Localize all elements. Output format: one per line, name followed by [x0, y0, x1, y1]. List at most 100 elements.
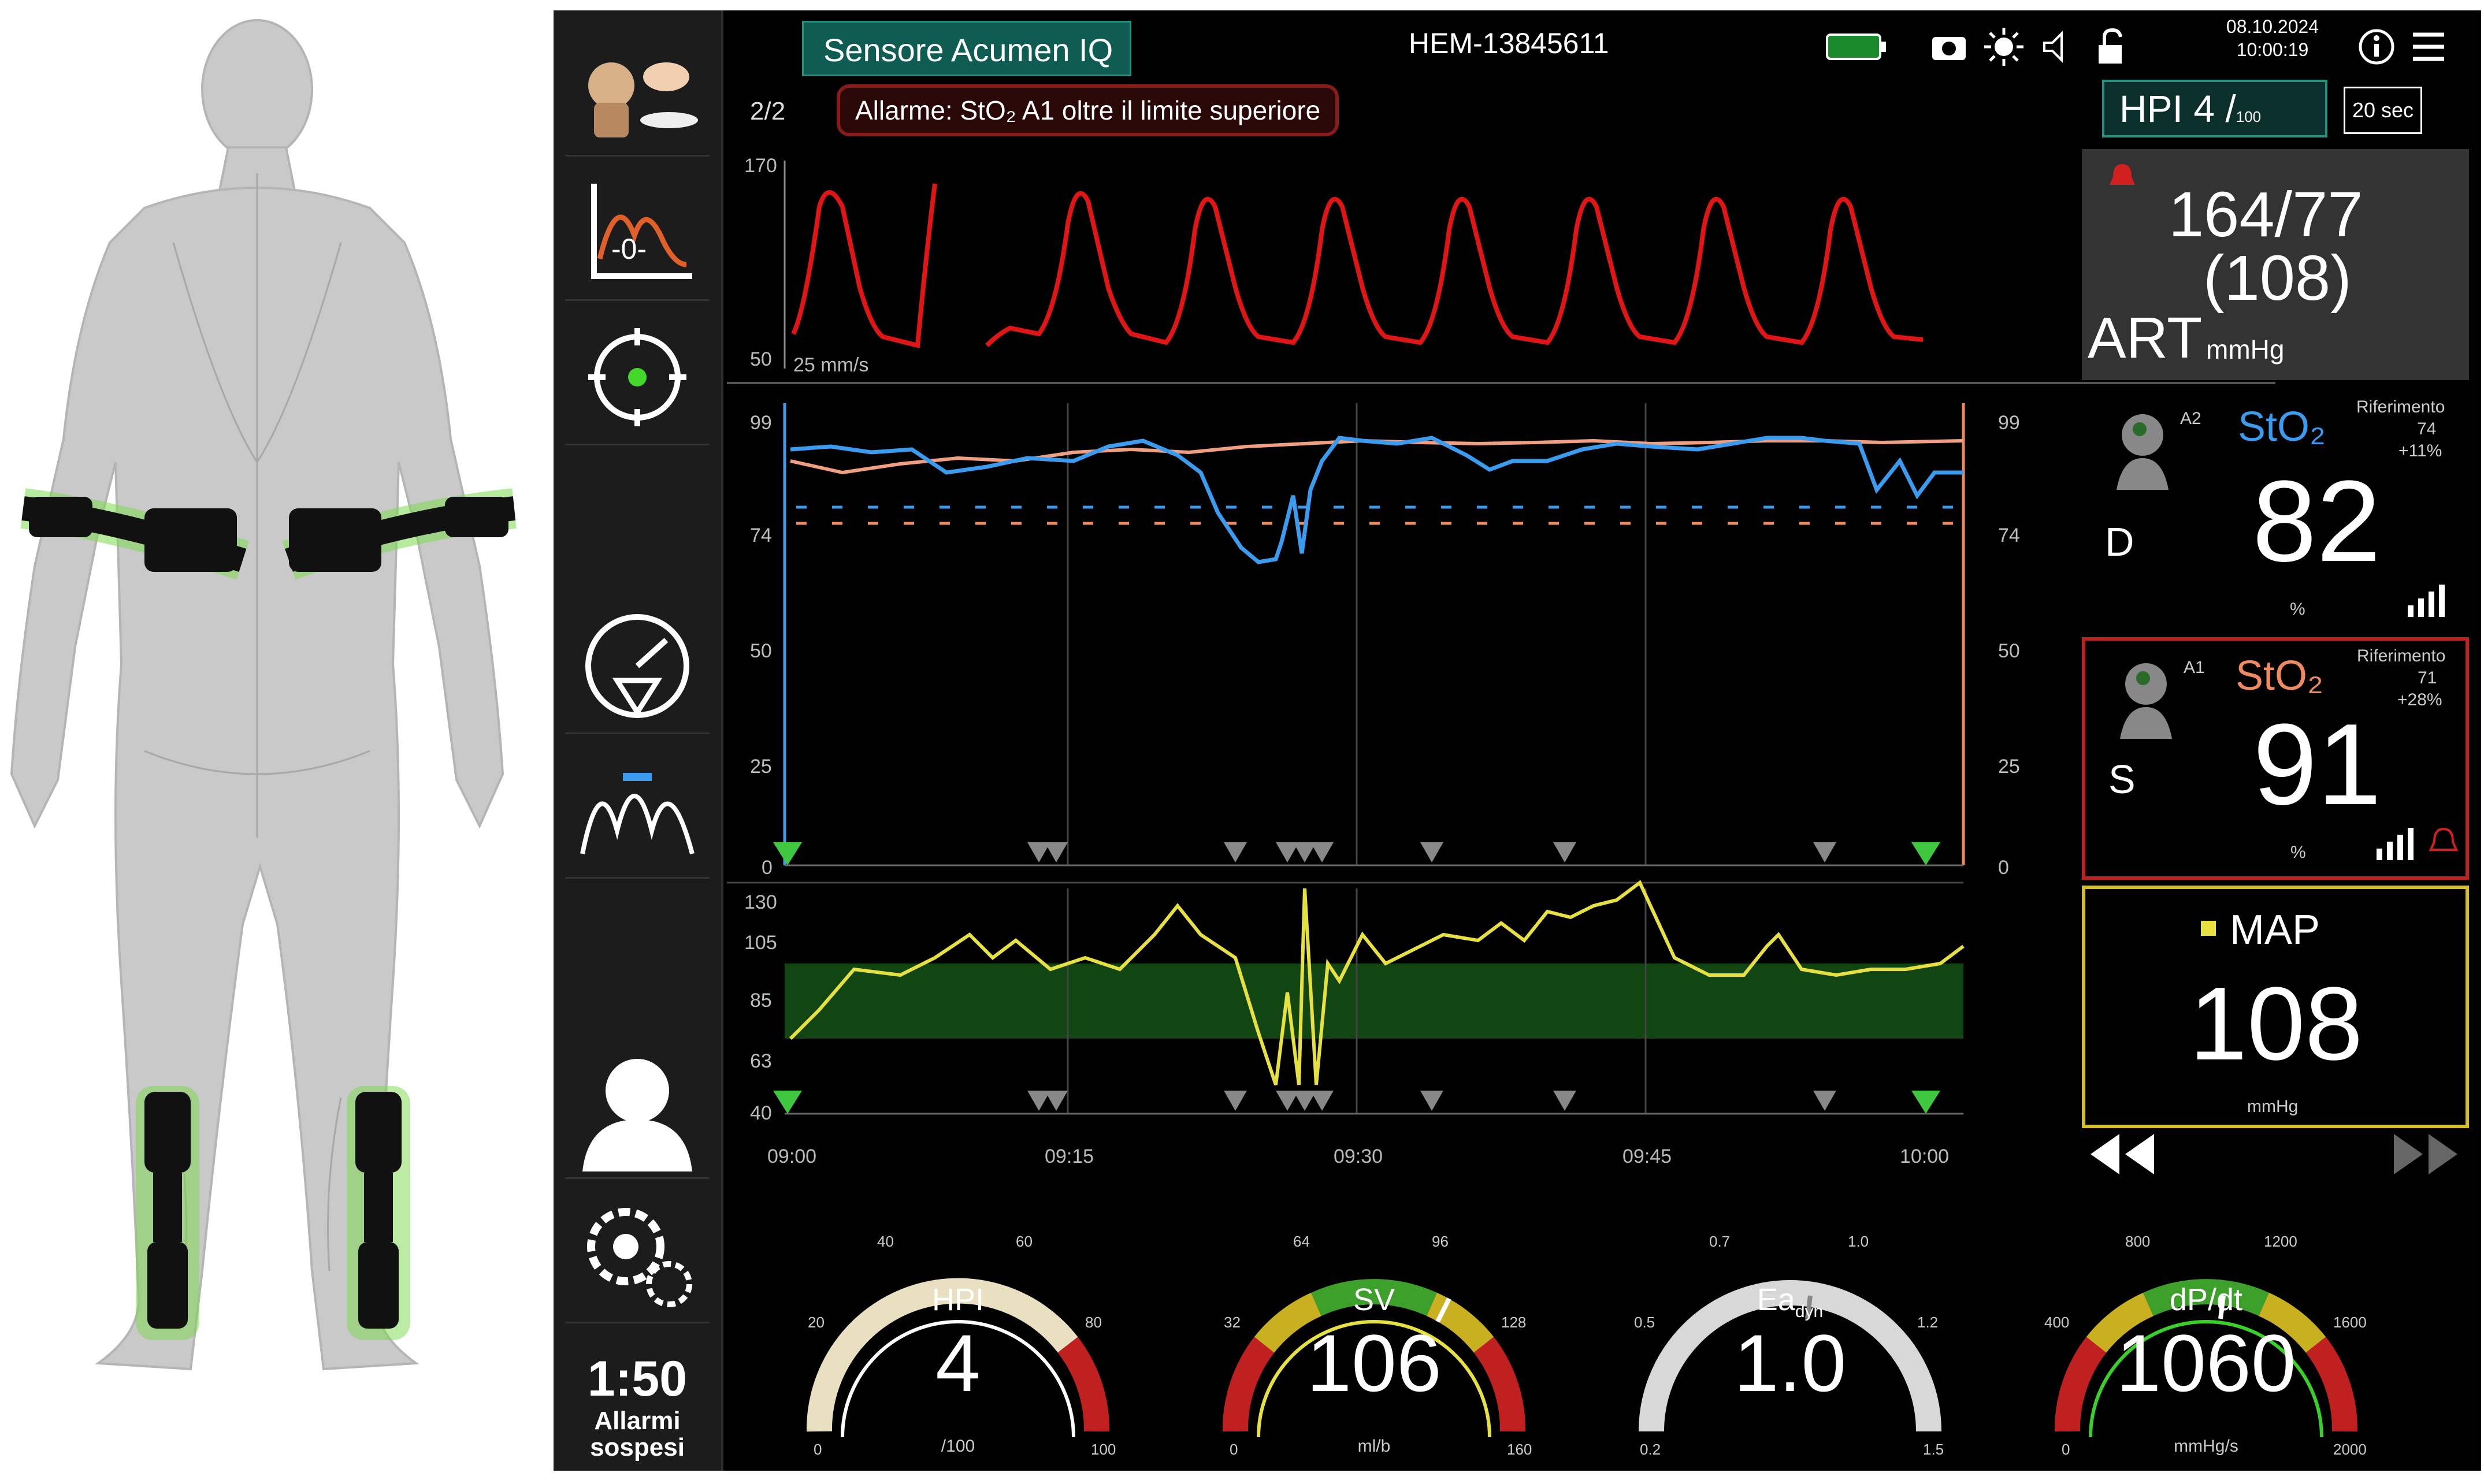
time-tick-0: 09:00: [767, 1145, 816, 1166]
sto2-y-right-0: 99: [1998, 412, 2020, 434]
art-speed-label: 25 mm/s: [793, 354, 868, 376]
art-tile[interactable]: 164/77 (108) ART mmHg: [2082, 149, 2469, 380]
timer-value: 1:50: [587, 1351, 688, 1407]
ref-label: Riferimento: [2356, 397, 2445, 416]
sto2-y-left-4: 0: [762, 857, 773, 879]
gauge-name: SV: [1353, 1282, 1395, 1317]
art-waveform-line: [791, 183, 937, 349]
signal-strength-icon: [2408, 585, 2445, 617]
alarm-silence-timer[interactable]: 1:50 Allarmi sospesi: [554, 1333, 721, 1471]
menu-icon[interactable]: [2408, 27, 2449, 67]
alarm-bell-icon: [2429, 827, 2459, 851]
head-sensor-icon: [2120, 663, 2172, 739]
unlock-icon[interactable]: [2091, 27, 2131, 67]
patient-icon[interactable]: [565, 1044, 710, 1179]
alarm-bell-icon: [2110, 164, 2135, 185]
sv-gauge[interactable]: SV 106 ml/b 0 160 32 64 96 128: [1201, 1189, 1547, 1460]
map-trend-panel: 130 105 85 63 40: [727, 880, 1965, 1124]
sto2-y-right-3: 25: [1998, 756, 2020, 778]
gauge-max: 160: [1507, 1441, 1532, 1458]
gauge-tick: 60: [1016, 1233, 1033, 1250]
left-navigation-sidebar: -0- 1:50 Allarmi sospesi: [554, 10, 723, 1471]
interval-button[interactable]: 20 sec: [2344, 87, 2422, 134]
device-id: HEM-13845611: [1409, 27, 1609, 59]
gauge-unit: mmHg/s: [2174, 1437, 2238, 1456]
sto2-left-tile[interactable]: A1 StO₂ Riferimento 71 +28% S 91 %: [2082, 637, 2469, 880]
gauge-value: 4: [935, 1318, 981, 1408]
gauge-value: 1060: [2116, 1318, 2296, 1408]
art-mean: (108): [2203, 243, 2352, 314]
sto2-right-tile[interactable]: A2 StO₂ Riferimento 74 +11% D 82 %: [2082, 392, 2469, 628]
ref-label: Riferimento: [2357, 646, 2446, 665]
rewind-icon[interactable]: [2079, 1122, 2160, 1186]
gauge-max: 1.5: [1923, 1441, 1944, 1458]
gauge-tick: 40: [877, 1233, 894, 1250]
gauge-unit: ml/b: [1358, 1437, 1391, 1456]
sto2-trend-panel: 99 74 50 25 0 99 74 50 25 0: [750, 403, 2020, 879]
ref-delta: +28%: [2397, 690, 2442, 709]
map-tile[interactable]: MAP 108 mmHg: [2082, 886, 2469, 1128]
map-target-band: [785, 964, 1963, 1039]
time-axis: 09:00 09:15 09:30 09:45 10:00: [767, 1145, 1949, 1167]
sto2-y-right-4: 0: [1998, 857, 2009, 879]
leg-sensors: [136, 1086, 410, 1340]
gauge-name-main: Ea: [1757, 1282, 1796, 1317]
hpi-tab[interactable]: HPI 4 /100: [2102, 80, 2327, 137]
gauge-tick: 0.7: [1709, 1233, 1730, 1250]
time-tick-2: 09:30: [1334, 1145, 1383, 1166]
gauge-min: 0.2: [1640, 1441, 1661, 1458]
gauge-unit: /100: [941, 1437, 975, 1456]
art-waveform-panel: 170 50 25 mm/s: [727, 155, 2275, 384]
sto2-y-left-3: 25: [750, 756, 772, 778]
sto2-value: 91: [2253, 700, 2382, 829]
camera-icon[interactable]: [1929, 27, 1969, 67]
timer-label-2: sospesi: [590, 1433, 685, 1461]
settings-gears-icon[interactable]: [565, 1189, 710, 1323]
trend-graph-icon[interactable]: -0-: [565, 166, 710, 301]
date-label: 08.10.2024: [2226, 16, 2319, 37]
gauge-tick: 400: [2044, 1314, 2069, 1331]
time-tick-3: 09:45: [1622, 1145, 1672, 1166]
time-tick-4: 10:00: [1900, 1145, 1949, 1166]
sto2-y-left-1: 74: [750, 525, 772, 546]
alarm-banner[interactable]: Allarme: StO₂ A1 oltre il limite superio…: [837, 84, 1339, 136]
map-y-3: 63: [750, 1050, 772, 1072]
gauge-min: 0: [2062, 1441, 2070, 1458]
gauge-tick: 32: [1224, 1314, 1241, 1331]
gauge-tick: 64: [1293, 1233, 1310, 1250]
brightness-icon[interactable]: [1981, 27, 2027, 67]
info-icon[interactable]: [2356, 27, 2397, 67]
gauge-tick: 1.2: [1917, 1314, 1938, 1331]
volume-icon[interactable]: [2039, 27, 2073, 67]
gauge-tick: 1200: [2264, 1233, 2297, 1250]
hpi-gauge[interactable]: HPI 4 /100 0 100 20 40 60 80: [785, 1189, 1131, 1460]
art-sys-dia: 164/77: [2169, 179, 2363, 250]
gauge-icon[interactable]: [565, 600, 710, 734]
sto2-y-right-1: 74: [1998, 525, 2020, 546]
dp-dt-gauge[interactable]: dP/dt 1060 mmHg/s 0 2000 400 800 1200 16…: [2033, 1189, 2379, 1460]
sensor-config-icon[interactable]: [565, 22, 710, 157]
sensor-tab[interactable]: Sensore Acumen IQ: [802, 21, 1131, 76]
battery-icon: [1826, 34, 1886, 60]
gauge-tick: 96: [1432, 1233, 1449, 1250]
art-label: ART: [2088, 306, 2203, 370]
signal-strength-icon: [2377, 828, 2414, 860]
gauge-min: 0: [1230, 1441, 1238, 1458]
time-label: 10:00:19: [2236, 39, 2309, 60]
waveform-icon[interactable]: [565, 744, 710, 879]
unit-label: %: [2290, 843, 2306, 862]
ref-value: 71: [2418, 668, 2437, 687]
map-y-0: 130: [744, 891, 777, 913]
gauge-tick: 0.5: [1634, 1314, 1655, 1331]
map-y-1: 105: [744, 932, 777, 954]
channel-label: A2: [2180, 409, 2201, 428]
gauge-tick: 20: [808, 1314, 825, 1331]
param-name: StO₂: [2236, 653, 2323, 699]
trend-charts-area: 170 50 25 mm/s 99 74 50 25 0 99 74 50 25…: [727, 137, 2275, 1167]
sto2-y-left-0: 99: [750, 412, 772, 434]
page-indicator: 2/2: [750, 97, 786, 125]
ea-dyn-gauge[interactable]: Eadyn 1.0 0.2 1.5 0.5 0.7 1.0 1.2: [1617, 1189, 1963, 1460]
art-waveform-line-2: [985, 191, 1924, 347]
target-icon[interactable]: [565, 311, 710, 445]
fast-forward-icon[interactable]: [2388, 1122, 2469, 1186]
